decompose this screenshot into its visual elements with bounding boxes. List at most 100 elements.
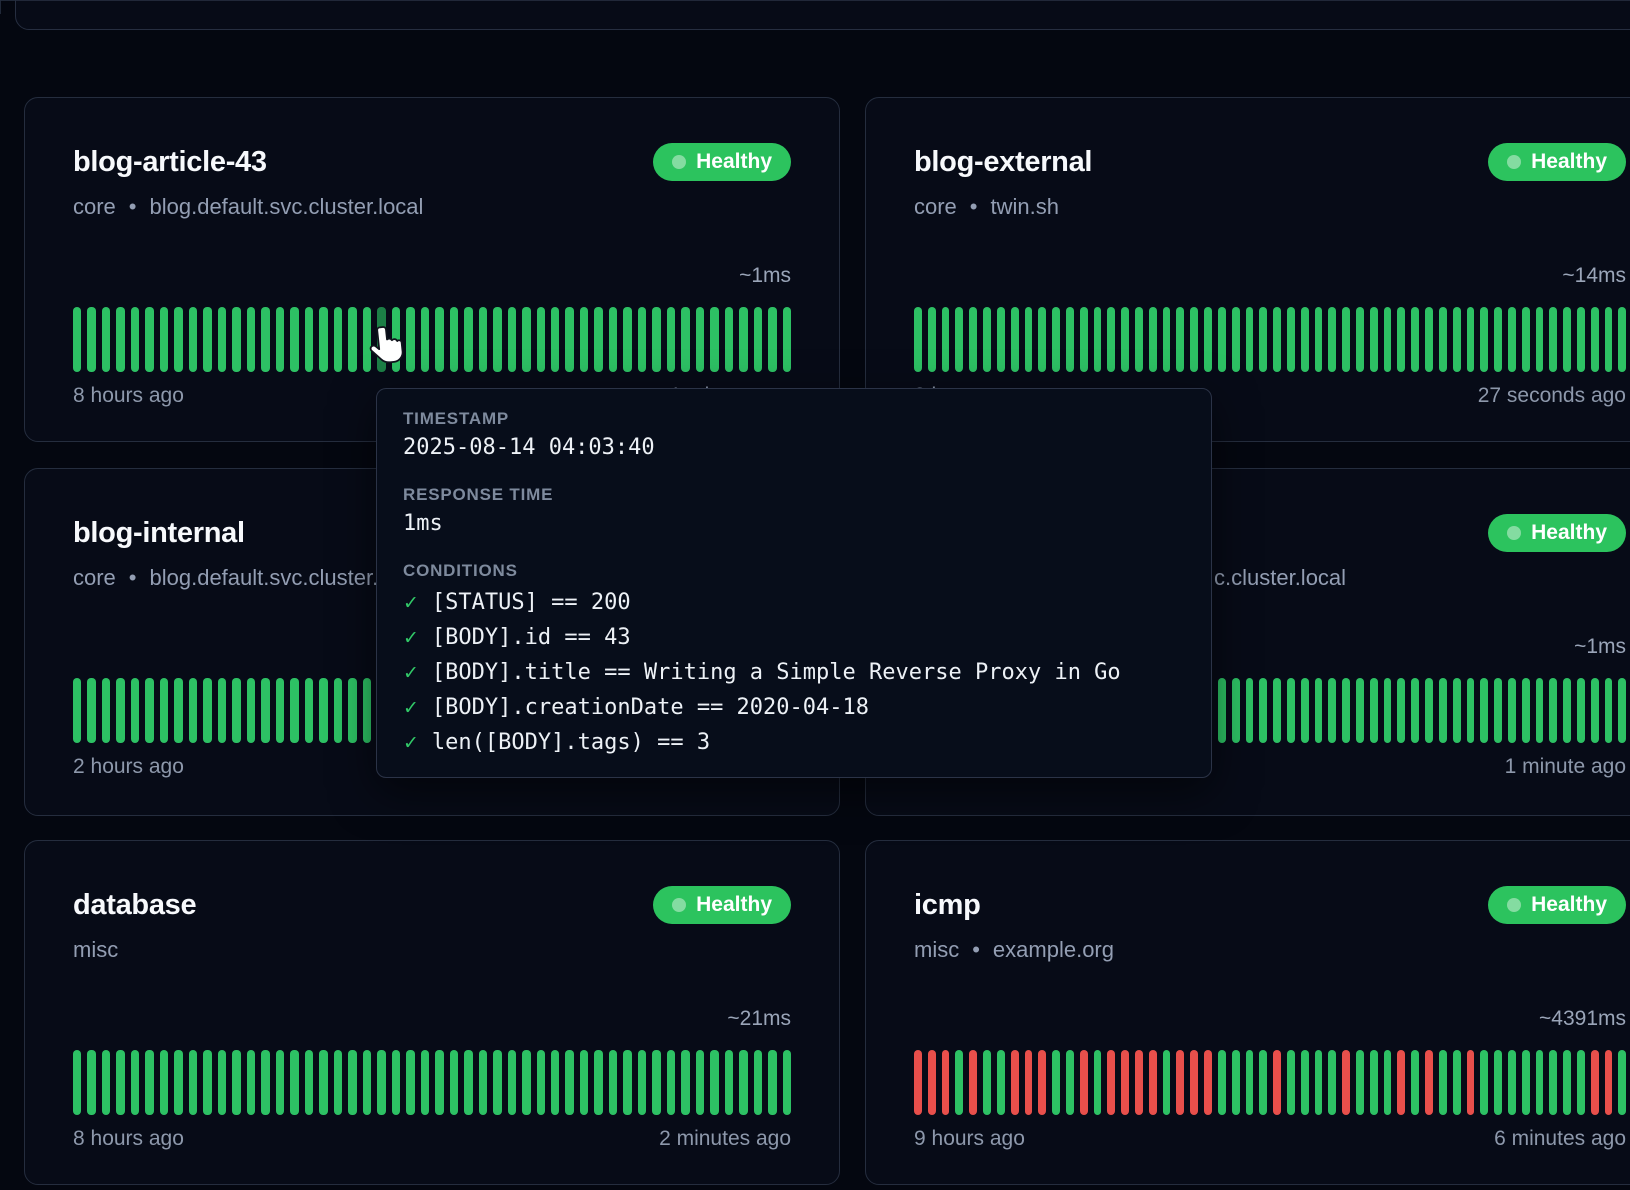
health-bar[interactable] xyxy=(1315,307,1323,372)
health-bar[interactable] xyxy=(1453,1050,1461,1115)
health-bar[interactable] xyxy=(1467,1050,1475,1115)
health-bar[interactable] xyxy=(1287,1050,1295,1115)
health-bar[interactable] xyxy=(319,307,327,372)
health-bar[interactable] xyxy=(1176,1050,1184,1115)
health-bar[interactable] xyxy=(1011,1050,1019,1115)
health-bar[interactable] xyxy=(203,678,211,743)
health-bar[interactable] xyxy=(435,1050,443,1115)
health-bar[interactable] xyxy=(247,307,255,372)
health-bar[interactable] xyxy=(1273,307,1281,372)
health-bar[interactable] xyxy=(1522,1050,1530,1115)
health-bar[interactable] xyxy=(1315,1050,1323,1115)
health-bar[interactable] xyxy=(768,307,776,372)
health-bar[interactable] xyxy=(174,1050,182,1115)
health-bar[interactable] xyxy=(1232,1050,1240,1115)
health-bar[interactable] xyxy=(1328,678,1336,743)
health-bar[interactable] xyxy=(1149,307,1157,372)
health-bar[interactable] xyxy=(983,307,991,372)
health-bar[interactable] xyxy=(203,1050,211,1115)
health-bar[interactable] xyxy=(261,307,269,372)
health-bar[interactable] xyxy=(710,307,718,372)
health-bar[interactable] xyxy=(290,1050,298,1115)
health-bar[interactable] xyxy=(638,307,646,372)
health-bar[interactable] xyxy=(1107,307,1115,372)
health-bar[interactable] xyxy=(319,1050,327,1115)
health-bar[interactable] xyxy=(1384,1050,1392,1115)
health-bar[interactable] xyxy=(1397,678,1405,743)
health-bar[interactable] xyxy=(1480,1050,1488,1115)
health-bar[interactable] xyxy=(1522,307,1530,372)
health-bar[interactable] xyxy=(1232,678,1240,743)
health-bar[interactable] xyxy=(1218,307,1226,372)
health-bar[interactable] xyxy=(348,678,356,743)
health-bar[interactable] xyxy=(1025,307,1033,372)
health-bar[interactable] xyxy=(1273,1050,1281,1115)
health-bar[interactable] xyxy=(522,307,530,372)
health-bar[interactable] xyxy=(1480,307,1488,372)
health-bar[interactable] xyxy=(189,678,197,743)
health-bar[interactable] xyxy=(1508,1050,1516,1115)
health-bar[interactable] xyxy=(247,1050,255,1115)
health-bar[interactable] xyxy=(116,678,124,743)
health-bar[interactable] xyxy=(174,678,182,743)
health-bar[interactable] xyxy=(102,1050,110,1115)
health-bar[interactable] xyxy=(218,678,226,743)
health-bar[interactable] xyxy=(435,307,443,372)
health-bar[interactable] xyxy=(1204,1050,1212,1115)
health-bar[interactable] xyxy=(1328,1050,1336,1115)
health-bar[interactable] xyxy=(783,1050,791,1115)
health-bar[interactable] xyxy=(1618,307,1626,372)
health-bar[interactable] xyxy=(1563,678,1571,743)
health-bar[interactable] xyxy=(1176,307,1184,372)
health-bar[interactable] xyxy=(1218,1050,1226,1115)
health-bar[interactable] xyxy=(1605,1050,1613,1115)
health-bar[interactable] xyxy=(1425,678,1433,743)
health-bar[interactable] xyxy=(493,1050,501,1115)
health-bar[interactable] xyxy=(1052,307,1060,372)
health-bar[interactable] xyxy=(565,307,573,372)
health-bar[interactable] xyxy=(580,1050,588,1115)
health-bar[interactable] xyxy=(1301,307,1309,372)
health-bar[interactable] xyxy=(725,307,733,372)
health-bar[interactable] xyxy=(1591,1050,1599,1115)
endpoint-card[interactable]: icmp Healthy misc•example.org ~4391ms 9 … xyxy=(865,840,1630,1185)
health-bar[interactable] xyxy=(1522,678,1530,743)
health-bar[interactable] xyxy=(464,307,472,372)
health-bar[interactable] xyxy=(1508,678,1516,743)
health-bar[interactable] xyxy=(1549,678,1557,743)
health-bar[interactable] xyxy=(1467,307,1475,372)
health-bar[interactable] xyxy=(232,678,240,743)
health-bar[interactable] xyxy=(914,1050,922,1115)
health-bar[interactable] xyxy=(493,307,501,372)
health-bar[interactable] xyxy=(942,1050,950,1115)
health-bar[interactable] xyxy=(739,1050,747,1115)
health-bar[interactable] xyxy=(1536,678,1544,743)
health-bar[interactable] xyxy=(160,307,168,372)
health-bar[interactable] xyxy=(464,1050,472,1115)
health-bar[interactable] xyxy=(928,1050,936,1115)
health-bar[interactable] xyxy=(305,1050,313,1115)
health-bar[interactable] xyxy=(1342,307,1350,372)
health-bar[interactable] xyxy=(218,1050,226,1115)
health-bar[interactable] xyxy=(421,307,429,372)
health-bar[interactable] xyxy=(1605,307,1613,372)
health-bar[interactable] xyxy=(203,307,211,372)
health-bar[interactable] xyxy=(1411,307,1419,372)
health-bar[interactable] xyxy=(1342,1050,1350,1115)
health-bar[interactable] xyxy=(1397,1050,1405,1115)
health-bar[interactable] xyxy=(914,307,922,372)
health-bar[interactable] xyxy=(1342,678,1350,743)
health-bar[interactable] xyxy=(969,1050,977,1115)
health-bar[interactable] xyxy=(131,678,139,743)
health-bar[interactable] xyxy=(1536,1050,1544,1115)
health-bar[interactable] xyxy=(1618,678,1626,743)
health-bar[interactable] xyxy=(131,307,139,372)
health-bar[interactable] xyxy=(1591,307,1599,372)
health-bar[interactable] xyxy=(319,678,327,743)
health-bar[interactable] xyxy=(1494,678,1502,743)
health-bar[interactable] xyxy=(406,307,414,372)
health-bar[interactable] xyxy=(73,1050,81,1115)
health-bar[interactable] xyxy=(565,1050,573,1115)
health-bar[interactable] xyxy=(261,678,269,743)
health-bar[interactable] xyxy=(1411,1050,1419,1115)
